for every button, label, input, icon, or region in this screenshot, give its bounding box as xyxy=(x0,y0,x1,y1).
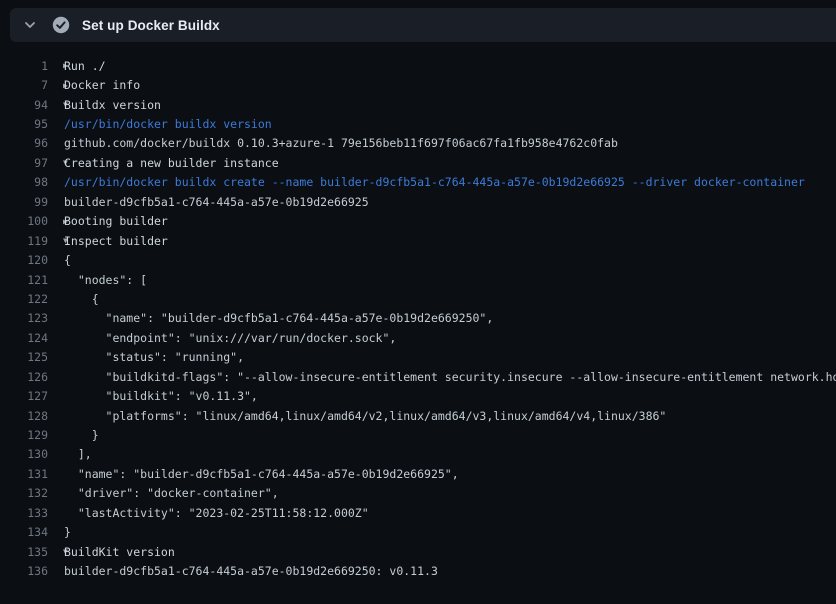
log-text: "name": "builder-d9cfb5a1-c764-445a-a57e… xyxy=(64,311,493,325)
log-group-row[interactable]: 119 ▼ Inspect builder xyxy=(0,231,836,250)
line-number[interactable]: 95 xyxy=(0,117,48,131)
line-number[interactable]: 1 xyxy=(0,59,48,73)
log-line-row: 130 ], xyxy=(0,445,836,464)
line-number[interactable]: 134 xyxy=(0,525,48,539)
line-number[interactable]: 100 xyxy=(0,214,48,228)
line-number[interactable]: 132 xyxy=(0,486,48,500)
line-number[interactable]: 133 xyxy=(0,506,48,520)
log-text: "platforms": "linux/amd64,linux/amd64/v2… xyxy=(64,409,666,423)
line-number[interactable]: 135 xyxy=(0,545,48,559)
log-line-row: 123 "name": "builder-d9cfb5a1-c764-445a-… xyxy=(0,309,836,328)
log-text: { xyxy=(64,253,71,267)
actions-log-page: Set up Docker Buildx 1 ▶ Run ./ 7 ▶ Dock… xyxy=(0,0,836,604)
line-number[interactable]: 128 xyxy=(0,409,48,423)
log-line-row: 124 "endpoint": "unix:///var/run/docker.… xyxy=(0,328,836,347)
log-line-row: 136 builder-d9cfb5a1-c764-445a-a57e-0b19… xyxy=(0,561,836,580)
log-text: "buildkit": "v0.11.3", xyxy=(64,389,258,403)
line-number[interactable]: 129 xyxy=(0,428,48,442)
chevron-down-icon[interactable] xyxy=(22,17,38,33)
line-number[interactable]: 97 xyxy=(0,156,48,170)
log-text: /usr/bin/docker buildx version xyxy=(64,117,272,131)
log-line-row: 95 /usr/bin/docker buildx version xyxy=(0,114,836,133)
line-number[interactable]: 131 xyxy=(0,467,48,481)
log-text: "name": "builder-d9cfb5a1-c764-445a-a57e… xyxy=(64,467,459,481)
line-number[interactable]: 127 xyxy=(0,389,48,403)
log-text: ], xyxy=(64,447,92,461)
triangle-expanded-icon: ▼ xyxy=(48,236,64,245)
log-text: "endpoint": "unix:///var/run/docker.sock… xyxy=(64,331,396,345)
log-group-row[interactable]: 7 ▶ Docker info xyxy=(0,75,836,94)
log-text: Run ./ xyxy=(64,59,106,73)
log-text: } xyxy=(64,525,71,539)
log-text: Buildx version xyxy=(64,98,161,112)
triangle-collapsed-icon: ▶ xyxy=(48,217,64,226)
log-text: Inspect builder xyxy=(64,234,168,248)
log-line-row: 125 "status": "running", xyxy=(0,348,836,367)
log-line-row: 129 } xyxy=(0,425,836,444)
line-number[interactable]: 99 xyxy=(0,195,48,209)
log-text: builder-d9cfb5a1-c764-445a-a57e-0b19d2e6… xyxy=(64,195,369,209)
line-number[interactable]: 136 xyxy=(0,564,48,578)
triangle-expanded-icon: ▼ xyxy=(48,100,64,109)
log-group-row[interactable]: 135 ▼ BuildKit version xyxy=(0,542,836,561)
line-number[interactable]: 126 xyxy=(0,370,48,384)
line-number[interactable]: 124 xyxy=(0,331,48,345)
step-header-set-up-docker-buildx[interactable]: Set up Docker Buildx xyxy=(10,8,836,42)
line-number[interactable]: 94 xyxy=(0,98,48,112)
log-line-row: 133 "lastActivity": "2023-02-25T11:58:12… xyxy=(0,503,836,522)
log-line-row: 122 { xyxy=(0,289,836,308)
check-circle-icon xyxy=(52,16,70,34)
line-number[interactable]: 98 xyxy=(0,175,48,189)
line-number[interactable]: 120 xyxy=(0,253,48,267)
log-text: Booting builder xyxy=(64,214,168,228)
log-text: Docker info xyxy=(64,78,140,92)
log-text: { xyxy=(64,292,99,306)
log-line-row: 98 /usr/bin/docker buildx create --name … xyxy=(0,173,836,192)
log-line-row: 132 "driver": "docker-container", xyxy=(0,484,836,503)
log-line-row: 99 builder-d9cfb5a1-c764-445a-a57e-0b19d… xyxy=(0,192,836,211)
line-number[interactable]: 7 xyxy=(0,78,48,92)
log-group-row[interactable]: 94 ▼ Buildx version xyxy=(0,95,836,114)
log-text: "lastActivity": "2023-02-25T11:58:12.000… xyxy=(64,506,369,520)
log-text: Creating a new builder instance xyxy=(64,156,279,170)
log-text: "driver": "docker-container", xyxy=(64,486,279,500)
line-number[interactable]: 123 xyxy=(0,311,48,325)
log-group-row[interactable]: 100 ▶ Booting builder xyxy=(0,212,836,231)
log-line-row: 96 github.com/docker/buildx 0.10.3+azure… xyxy=(0,134,836,153)
log-line-row: 126 "buildkitd-flags": "--allow-insecure… xyxy=(0,367,836,386)
line-number[interactable]: 121 xyxy=(0,273,48,287)
line-number[interactable]: 119 xyxy=(0,234,48,248)
log-line-row: 131 "name": "builder-d9cfb5a1-c764-445a-… xyxy=(0,464,836,483)
log-text: "nodes": [ xyxy=(64,273,147,287)
log-text: github.com/docker/buildx 0.10.3+azure-1 … xyxy=(64,136,618,150)
log-text: BuildKit version xyxy=(64,545,175,559)
log-group-row[interactable]: 97 ▼ Creating a new builder instance xyxy=(0,153,836,172)
log-line-row: 120 { xyxy=(0,250,836,269)
log-group-row[interactable]: 1 ▶ Run ./ xyxy=(0,56,836,75)
log-line-row: 134 } xyxy=(0,523,836,542)
triangle-collapsed-icon: ▶ xyxy=(48,81,64,90)
log-text: "status": "running", xyxy=(64,350,244,364)
log-line-row: 121 "nodes": [ xyxy=(0,270,836,289)
log-line-row: 128 "platforms": "linux/amd64,linux/amd6… xyxy=(0,406,836,425)
line-number[interactable]: 130 xyxy=(0,447,48,461)
log-text: /usr/bin/docker buildx create --name bui… xyxy=(64,175,805,189)
log-lines: 1 ▶ Run ./ 7 ▶ Docker info 94 ▼ Buildx v… xyxy=(0,42,836,581)
log-text: } xyxy=(64,428,99,442)
line-number[interactable]: 122 xyxy=(0,292,48,306)
step-title: Set up Docker Buildx xyxy=(82,18,220,33)
line-number[interactable]: 125 xyxy=(0,350,48,364)
log-text: "buildkitd-flags": "--allow-insecure-ent… xyxy=(64,370,836,384)
log-text: builder-d9cfb5a1-c764-445a-a57e-0b19d2e6… xyxy=(64,564,438,578)
line-number[interactable]: 96 xyxy=(0,136,48,150)
triangle-expanded-icon: ▼ xyxy=(48,158,64,167)
triangle-collapsed-icon: ▶ xyxy=(48,61,64,70)
log-line-row: 127 "buildkit": "v0.11.3", xyxy=(0,386,836,405)
triangle-expanded-icon: ▼ xyxy=(48,547,64,556)
